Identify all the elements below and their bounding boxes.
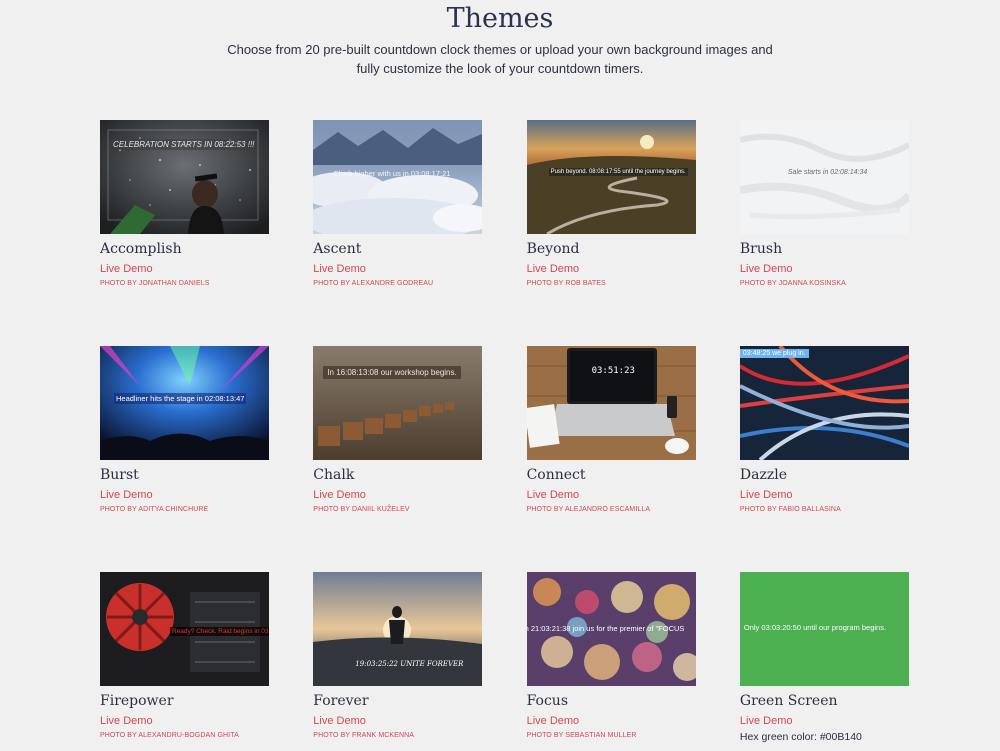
countdown-overlay: 03:51:23 <box>591 366 635 376</box>
winding-road-sunset-image <box>526 120 696 234</box>
theme-grid: CELEBRATION STARTS IN 08:22:53 !!! Accom… <box>100 120 909 743</box>
couple-sunset-image <box>313 572 483 686</box>
page-subtitle: Choose from 20 pre-built countdown clock… <box>227 42 773 76</box>
theme-name: Chalk <box>313 467 355 483</box>
theme-name: Forever <box>313 693 369 709</box>
theme-thumbnail[interactable]: CELEBRATION STARTS IN 08:22:53 !!! <box>100 120 269 234</box>
theme-name: Green Screen <box>739 693 838 709</box>
header: Themes Choose from 20 pre-built countdow… <box>0 0 1000 78</box>
laptop-desk-image <box>526 346 696 460</box>
live-demo-link[interactable]: Live Demo <box>527 487 696 503</box>
theme-card: 03:51:23 Connect Live Demo PHOTO BY ALEJ… <box>526 346 696 515</box>
countdown-overlay: Sale starts in 02:08:14:34 <box>787 169 868 176</box>
theme-name: Focus <box>526 693 569 709</box>
theme-card: Push beyond. 08:08:17:55 until the journ… <box>526 120 696 289</box>
theme-card: Climb higher with us in 03:08:17:21 Asce… <box>313 120 483 289</box>
theme-thumbnail[interactable]: Push beyond. 08:08:17:55 until the journ… <box>526 120 696 234</box>
countdown-overlay: CELEBRATION STARTS IN 08:22:53 !!! <box>110 139 258 150</box>
theme-name: Brush <box>739 241 783 257</box>
theme-thumbnail[interactable]: 03:51:23 <box>526 346 696 460</box>
abstract-streaks-image <box>739 346 909 460</box>
theme-card: n 21:03:21:38 join us for the premier of… <box>526 572 696 741</box>
theme-thumbnail[interactable]: Only 03:03:20:50 until our program begin… <box>739 572 909 686</box>
theme-thumbnail[interactable]: Ready? Check. Raid begins in 03:2 <box>100 572 269 686</box>
countdown-overlay: Push beyond. 08:08:17:55 until the journ… <box>548 168 688 176</box>
countdown-overlay: 03:48:25 we plug in. <box>739 349 809 358</box>
live-demo-link[interactable]: Live Demo <box>100 487 269 503</box>
photo-credit: PHOTO BY ALEXANDRU-BOGDAN GHITA <box>100 732 239 739</box>
live-demo-link[interactable]: Live Demo <box>313 487 482 503</box>
page-title: Themes <box>446 3 554 34</box>
theme-thumbnail[interactable]: In 16:08:13:08 our workshop begins. <box>313 346 483 460</box>
photo-credit: PHOTO BY ALEXANDRE GODREAU <box>313 280 434 287</box>
theme-name: Connect <box>526 467 586 483</box>
theme-thumbnail[interactable]: Sale starts in 02:08:14:34 <box>739 120 909 234</box>
theme-name: Burst <box>100 467 139 483</box>
countdown-overlay: Only 03:03:20:50 until our program begin… <box>743 623 887 632</box>
theme-card: 19:03:25:22 UNITE FOREVER Forever Live D… <box>313 572 483 741</box>
white-paint-texture-image <box>739 120 909 234</box>
theme-name: Firepower <box>100 693 174 709</box>
live-demo-link[interactable]: Live Demo <box>313 261 482 277</box>
theme-thumbnail[interactable]: 03:48:25 we plug in. <box>739 346 909 460</box>
theme-name: Dazzle <box>739 467 787 483</box>
countdown-overlay: n 21:03:21:38 join us for the premier of… <box>526 624 685 633</box>
photo-credit: PHOTO BY FABIO BALLASINA <box>739 506 841 513</box>
theme-card: CELEBRATION STARTS IN 08:22:53 !!! Accom… <box>100 120 269 289</box>
graduate-champagne-image <box>100 120 269 234</box>
photo-credit: PHOTO BY JONATHAN DANIELS <box>100 280 210 287</box>
countdown-overlay: Ready? Check. Raid begins in 03:2 <box>170 627 269 636</box>
countdown-overlay: In 16:08:13:08 our workshop begins. <box>323 366 461 379</box>
theme-card: 03:48:25 we plug in. Dazzle Live Demo PH… <box>739 346 909 515</box>
theme-card: Ready? Check. Raid begins in 03:2 Firepo… <box>100 572 269 741</box>
live-demo-link[interactable]: Live Demo <box>313 713 482 729</box>
theme-card: Sale starts in 02:08:14:34 Brush Live De… <box>739 120 909 289</box>
countdown-overlay: Climb higher with us in 03:08:17:21 <box>333 169 451 178</box>
photo-credit: PHOTO BY SEBASTIAN MULLER <box>526 732 637 739</box>
theme-card: Headliner hits the stage in 02:08:13:47 … <box>100 346 269 515</box>
live-demo-link[interactable]: Live Demo <box>100 713 269 729</box>
theme-card: Only 03:03:20:50 until our program begin… <box>739 572 909 743</box>
theme-name: Accomplish <box>100 241 182 257</box>
live-demo-link[interactable]: Live Demo <box>100 261 269 277</box>
photo-credit: PHOTO BY ROB BATES <box>526 280 606 287</box>
live-demo-link[interactable]: Live Demo <box>740 487 909 503</box>
theme-name: Beyond <box>526 241 580 257</box>
theme-thumbnail[interactable]: 19:03:25:22 UNITE FOREVER <box>313 572 483 686</box>
photo-credit: PHOTO BY JOANNA KOSINSKA <box>739 280 846 287</box>
live-demo-link[interactable]: Live Demo <box>740 261 909 277</box>
live-demo-link[interactable]: Live Demo <box>527 713 696 729</box>
photo-credit: PHOTO BY ADITYA CHINCHURE <box>100 506 209 513</box>
live-demo-link[interactable]: Live Demo <box>527 261 696 277</box>
photo-credit: PHOTO BY DANIIL KUŽELEV <box>313 506 410 513</box>
theme-card: In 16:08:13:08 our workshop begins. Chal… <box>313 346 483 515</box>
photo-credit: PHOTO BY FRANK MCKENNA <box>313 732 415 739</box>
hex-color-note: Hex green color: #00B140 <box>739 731 862 743</box>
photo-credit: PHOTO BY ALEJANDRO ESCAMILLA <box>526 506 651 513</box>
theme-thumbnail[interactable]: Climb higher with us in 03:08:17:21 <box>313 120 483 234</box>
theme-name: Ascent <box>313 241 362 257</box>
countdown-overlay: Headliner hits the stage in 02:08:13:47 <box>114 393 247 404</box>
theme-thumbnail[interactable]: Headliner hits the stage in 02:08:13:47 <box>100 346 269 460</box>
live-demo-link[interactable]: Live Demo <box>740 713 909 729</box>
lecture-hall-chairs-image <box>313 346 483 460</box>
countdown-overlay: 19:03:25:22 UNITE FOREVER <box>355 660 464 668</box>
theme-thumbnail[interactable]: n 21:03:21:38 join us for the premier of… <box>526 572 696 686</box>
